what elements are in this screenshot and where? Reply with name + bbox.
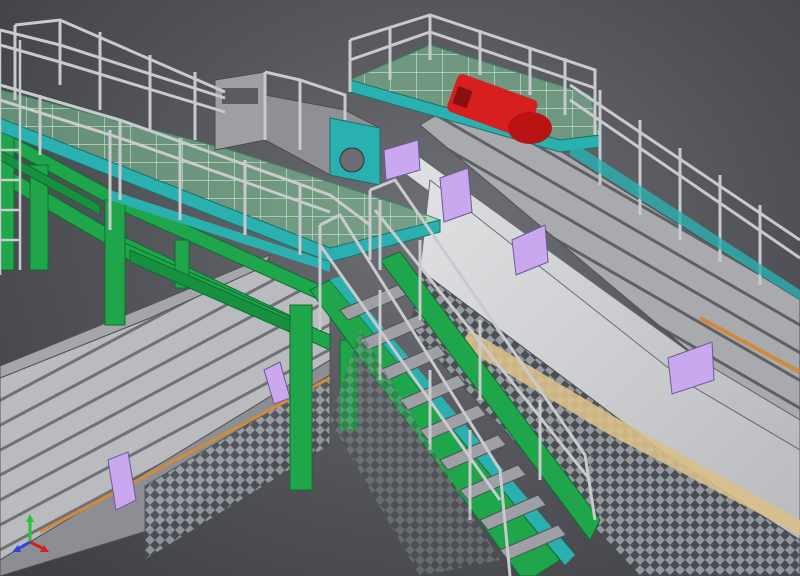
axis-triad-icon [10, 512, 50, 556]
cad-3d-viewport[interactable] [0, 0, 800, 576]
main-platform[interactable] [0, 18, 442, 272]
support-bracket [439, 167, 473, 223]
conveyor-platform-model[interactable] [0, 0, 800, 576]
